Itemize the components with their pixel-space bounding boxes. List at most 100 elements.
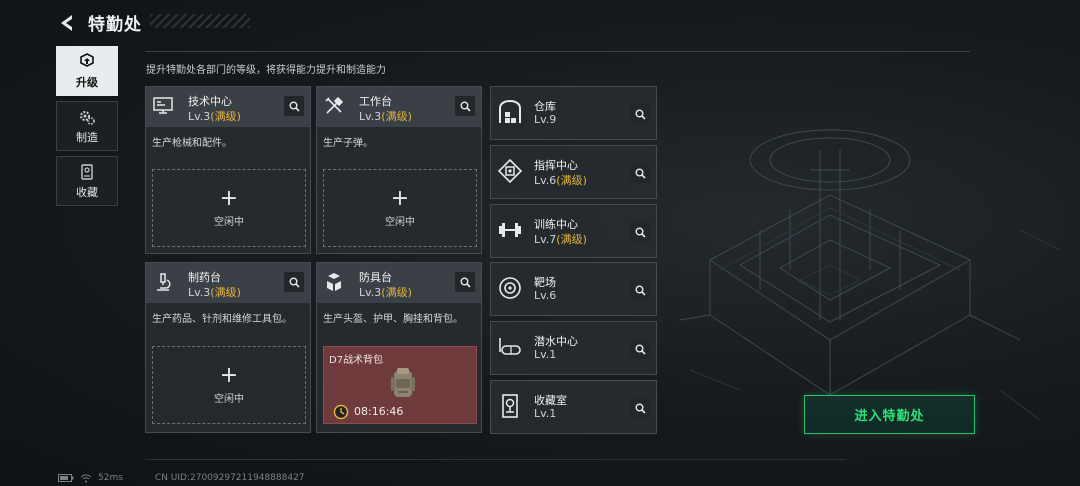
armor-icon	[327, 273, 341, 291]
crafting-slot[interactable]: D7战术背包 08:16:46	[323, 346, 477, 424]
idle-production-slot[interactable]: + 空闲中	[152, 169, 306, 247]
facility-row-collection-room[interactable]: 收藏室 Lv.1	[490, 380, 657, 434]
page-subtitle: 提升特勤处各部门的等级，将获得能力提升和制造能力	[146, 65, 386, 76]
tab-craft-label: 制造	[76, 130, 98, 144]
facility-row-diving-center[interactable]: 潜水中心 Lv.1	[490, 321, 657, 375]
idle-production-slot[interactable]: + 空闲中	[323, 169, 477, 247]
upgrade-icon	[80, 52, 94, 67]
facility-row-shooting-range[interactable]: 靶场 Lv.6	[490, 262, 657, 316]
dumbbell-icon	[499, 223, 521, 237]
collection-icon	[81, 163, 93, 180]
facility-card-pharmacy[interactable]: 制药台 Lv.3(满级) 生产药品、针剂和维修工具包。 + 空闲中	[145, 262, 311, 433]
facility-name: 训练中心	[534, 218, 578, 231]
facility-level: Lv.3(满级)	[188, 110, 241, 123]
page-title: 特勤处	[88, 15, 142, 35]
magnifier-icon	[635, 109, 646, 120]
facility-name: 防具台	[359, 271, 392, 284]
card-header: 技术中心 Lv.3(满级)	[146, 87, 310, 127]
tools-icon	[325, 96, 344, 114]
idle-production-slot[interactable]: + 空闲中	[152, 346, 306, 424]
facility-row-training-center[interactable]: 训练中心 Lv.7(满级)	[490, 204, 657, 258]
tab-craft[interactable]: 制造	[56, 101, 118, 151]
tab-collection-label: 收藏	[76, 185, 98, 199]
backpack-item-image	[391, 368, 415, 397]
facility-level: Lv.6(满级)	[534, 174, 587, 187]
inspect-button[interactable]	[284, 272, 304, 292]
magnifier-icon	[635, 285, 646, 296]
inspect-button[interactable]	[630, 222, 650, 242]
target-icon	[499, 277, 521, 299]
idle-label: 空闲中	[214, 393, 244, 405]
facility-level: Lv.1	[534, 348, 557, 361]
facility-level: Lv.1	[534, 407, 557, 420]
facility-name: 仓库	[534, 100, 556, 113]
magnifier-icon	[460, 101, 471, 112]
card-header: 工作台 Lv.3(满级)	[317, 87, 481, 127]
plus-icon: +	[390, 185, 410, 211]
facility-description: 生产头盔、护甲、胸挂和背包。	[323, 314, 463, 325]
facility-level: Lv.3(满级)	[359, 110, 412, 123]
magnifier-icon	[635, 227, 646, 238]
facility-card-tech-center[interactable]: 技术中心 Lv.3(满级) 生产枪械和配件。 + 空闲中	[145, 86, 311, 254]
inspect-button[interactable]	[630, 398, 650, 418]
inspect-button[interactable]	[284, 96, 304, 116]
magnifier-icon	[460, 277, 471, 288]
enter-special-ops-button[interactable]: 进入特勤处	[804, 395, 975, 434]
facility-name: 技术中心	[188, 95, 232, 108]
header-divider	[145, 51, 970, 52]
card-header: 防具台 Lv.3(满级)	[317, 263, 481, 303]
facility-card-workbench[interactable]: 工作台 Lv.3(满级) 生产子弹。 + 空闲中	[316, 86, 482, 254]
warehouse-icon	[499, 99, 521, 123]
inspect-button[interactable]	[455, 96, 475, 116]
magnifier-icon	[635, 168, 646, 179]
magnifier-icon	[289, 101, 300, 112]
battery-icon	[58, 474, 74, 482]
inspect-button[interactable]	[630, 104, 650, 124]
inspect-button[interactable]	[630, 280, 650, 300]
magnifier-icon	[635, 344, 646, 355]
facility-level: Lv.9	[534, 113, 557, 126]
tab-upgrade[interactable]: 升级	[56, 46, 118, 96]
facility-card-armor-bench[interactable]: 防具台 Lv.3(满级) 生产头盔、护甲、胸挂和背包。 D7战术背包 08:16…	[316, 262, 482, 433]
facility-name: 工作台	[359, 95, 392, 108]
footer-divider	[145, 459, 845, 460]
tab-upgrade-label: 升级	[76, 75, 98, 89]
back-arrow-icon[interactable]	[56, 12, 78, 34]
facility-level: Lv.3(满级)	[359, 286, 412, 299]
inspect-button[interactable]	[455, 272, 475, 292]
computer-icon	[153, 97, 173, 114]
idle-label: 空闲中	[385, 216, 415, 228]
header-stripes-decoration	[150, 14, 250, 28]
trophy-icon	[502, 394, 518, 418]
facility-level: Lv.3(满级)	[188, 286, 241, 299]
microscope-icon	[157, 273, 171, 291]
chip-icon	[497, 158, 523, 184]
facility-row-command-center[interactable]: 指挥中心 Lv.6(满级)	[490, 145, 657, 199]
diving-mask-icon	[499, 338, 521, 355]
plus-icon: +	[219, 185, 239, 211]
facility-description: 生产子弹。	[323, 138, 373, 149]
user-uid: CN UID:27009297211948888427	[154, 473, 305, 483]
facility-level: Lv.6	[534, 289, 557, 302]
inspect-button[interactable]	[630, 163, 650, 183]
facility-name: 收藏室	[534, 394, 567, 407]
card-header: 制药台 Lv.3(满级)	[146, 263, 310, 303]
facility-name: 制药台	[188, 271, 221, 284]
facility-level: Lv.7(满级)	[534, 233, 587, 246]
facility-description: 生产药品、针剂和维修工具包。	[152, 314, 292, 325]
facility-description: 生产枪械和配件。	[152, 138, 232, 149]
facility-name: 靶场	[534, 276, 556, 289]
crafting-timer: 08:16:46	[354, 405, 404, 418]
status-bar: 52ms CN UID:27009297211948888427	[58, 473, 305, 483]
gears-icon	[80, 110, 95, 125]
wifi-icon	[80, 474, 92, 482]
tab-collection[interactable]: 收藏	[56, 156, 118, 206]
crafting-item-name: D7战术背包	[329, 355, 384, 366]
ping-value: 52ms	[98, 473, 123, 483]
magnifier-icon	[635, 403, 646, 414]
timer-icon	[333, 404, 349, 420]
inspect-button[interactable]	[630, 339, 650, 359]
magnifier-icon	[289, 277, 300, 288]
facility-row-warehouse[interactable]: 仓库 Lv.9	[490, 86, 657, 140]
facility-name: 指挥中心	[534, 159, 578, 172]
